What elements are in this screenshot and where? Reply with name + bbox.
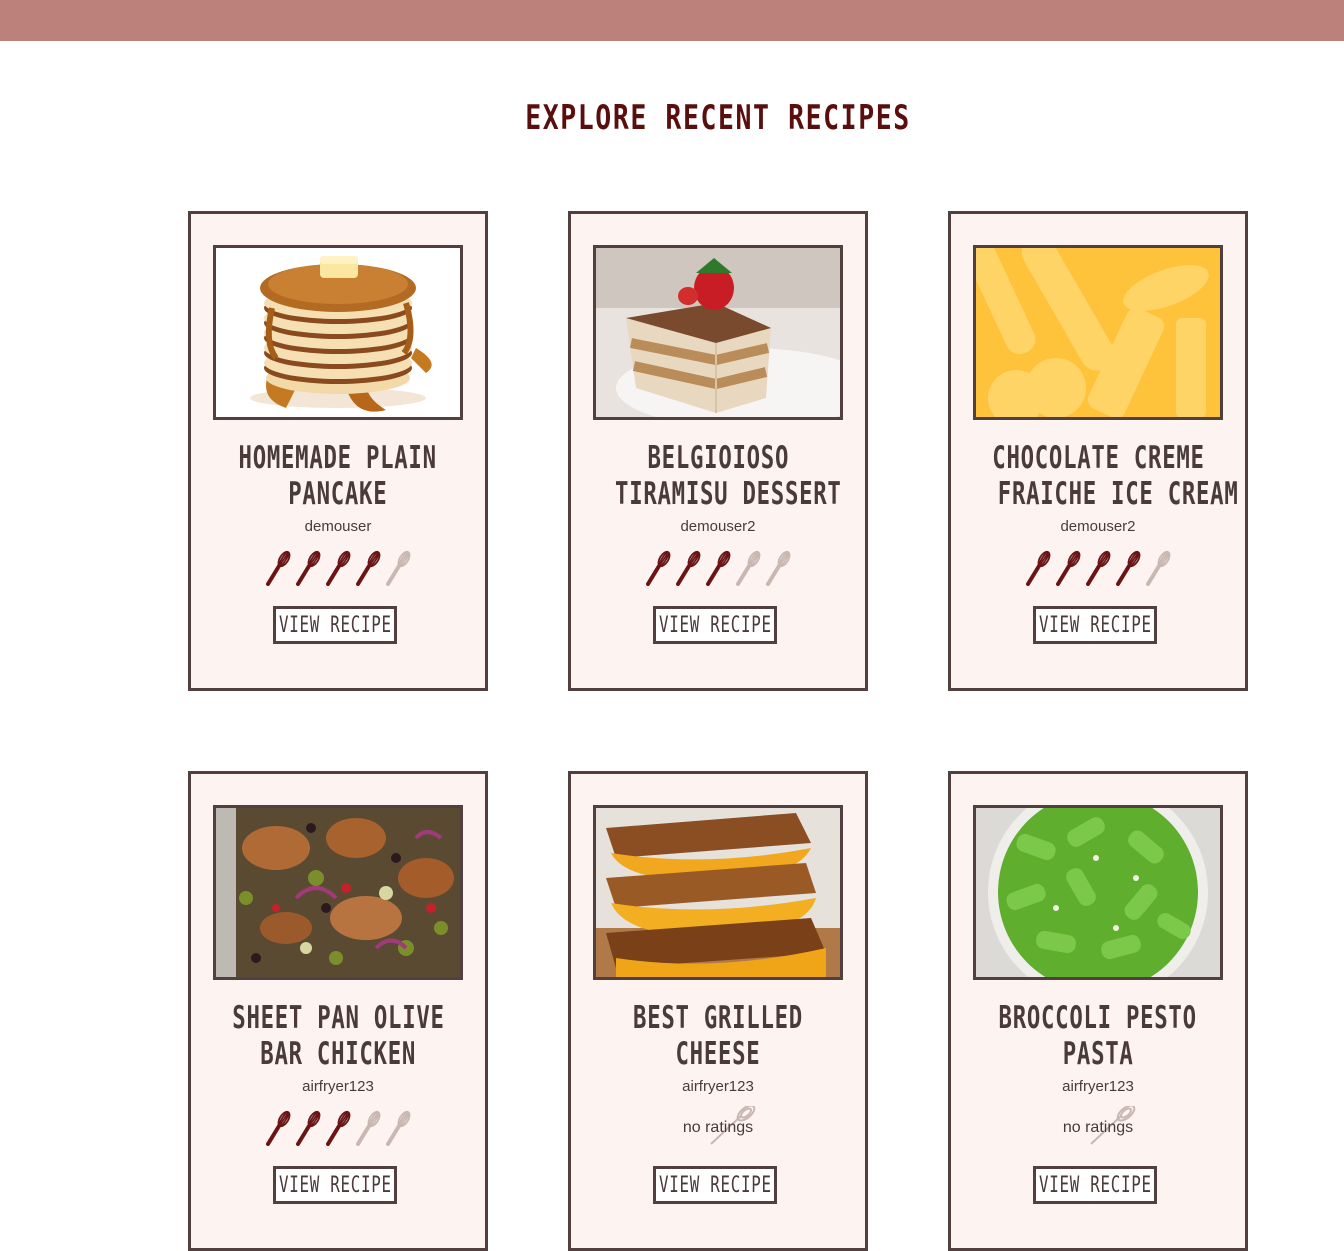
whisk-filled-icon bbox=[1086, 550, 1111, 586]
recipe-image-grilled-cheese[interactable] bbox=[593, 805, 843, 980]
recipe-card: BROCCOLI PESTO PASTA airfryer123 no rati… bbox=[948, 771, 1248, 1251]
whisk-filled-icon bbox=[266, 550, 291, 586]
whisk-empty-icon bbox=[1146, 550, 1171, 586]
recipe-title: SHEET PAN OLIVE BAR CHICKEN bbox=[232, 1000, 445, 1072]
grilled-cheese-image bbox=[596, 808, 840, 977]
recipe-card: CHOCOLATE CREME FRAICHE ICE CREAM demous… bbox=[948, 211, 1248, 691]
pesto-pasta-image bbox=[976, 808, 1220, 977]
tiramisu-image bbox=[596, 248, 840, 417]
recipe-title: BEST GRILLED CHEESE bbox=[633, 1000, 803, 1072]
whisk-empty-icon bbox=[766, 550, 791, 586]
recipe-author: airfryer123 bbox=[302, 1078, 374, 1095]
recipe-grid: HOMEMADE PLAIN PANCAKE demouser VIEW REC… bbox=[0, 0, 1344, 1251]
recipe-author: demouser bbox=[304, 518, 372, 535]
whisk-filled-icon bbox=[326, 550, 351, 586]
whisk-filled-icon bbox=[706, 550, 731, 586]
view-recipe-button[interactable]: VIEW RECIPE bbox=[273, 1166, 397, 1204]
recipe-title: BROCCOLI PESTO PASTA bbox=[998, 1000, 1198, 1072]
whisk-filled-icon bbox=[646, 550, 671, 586]
recipe-no-ratings: no ratings bbox=[951, 1106, 1245, 1146]
whisk-filled-icon bbox=[1116, 550, 1141, 586]
view-recipe-button[interactable]: VIEW RECIPE bbox=[1033, 606, 1157, 644]
recipe-image-chicken[interactable] bbox=[213, 805, 463, 980]
placeholder-kitchen-image bbox=[976, 248, 1220, 417]
recipe-author: demouser2 bbox=[680, 518, 756, 535]
recipe-author: airfryer123 bbox=[1062, 1078, 1134, 1095]
recipe-image-pesto-pasta[interactable] bbox=[973, 805, 1223, 980]
whisk-filled-icon bbox=[356, 550, 381, 586]
recipe-card: BEST GRILLED CHEESE airfryer123 no ratin… bbox=[568, 771, 868, 1251]
recipe-card: BELGIOIOSO TIRAMISU DESSERT demouser2 VI… bbox=[568, 211, 868, 691]
recipe-title: HOMEMADE PLAIN PANCAKE bbox=[238, 440, 438, 512]
view-recipe-button[interactable]: VIEW RECIPE bbox=[1033, 1166, 1157, 1204]
recipe-title: CHOCOLATE CREME FRAICHE ICE CREAM bbox=[992, 440, 1239, 512]
pancake-image bbox=[216, 248, 460, 417]
recipe-image-placeholder[interactable] bbox=[973, 245, 1223, 420]
whisk-filled-icon bbox=[676, 550, 701, 586]
recipe-rating bbox=[191, 1110, 485, 1150]
view-recipe-button[interactable]: VIEW RECIPE bbox=[273, 606, 397, 644]
sheet-pan-chicken-image bbox=[216, 808, 460, 977]
recipe-title: BELGIOIOSO TIRAMISU DESSERT bbox=[615, 440, 842, 512]
whisk-filled-icon bbox=[1026, 550, 1051, 586]
recipe-image-tiramisu[interactable] bbox=[593, 245, 843, 420]
view-recipe-button[interactable]: VIEW RECIPE bbox=[653, 606, 777, 644]
recipe-no-ratings: no ratings bbox=[571, 1106, 865, 1146]
whisk-filled-icon bbox=[1056, 550, 1081, 586]
whisk-empty-icon bbox=[736, 550, 761, 586]
recipe-rating bbox=[571, 550, 865, 590]
recipe-author: demouser2 bbox=[1060, 518, 1136, 535]
whisk-empty-icon bbox=[386, 550, 411, 586]
whisk-filled-icon bbox=[296, 550, 321, 586]
view-recipe-button[interactable]: VIEW RECIPE bbox=[653, 1166, 777, 1204]
recipe-card: HOMEMADE PLAIN PANCAKE demouser VIEW REC… bbox=[188, 211, 488, 691]
recipe-rating bbox=[951, 550, 1245, 590]
recipe-rating bbox=[191, 550, 485, 590]
recipe-image-pancake[interactable] bbox=[213, 245, 463, 420]
recipe-author: airfryer123 bbox=[682, 1078, 754, 1095]
recipe-card: SHEET PAN OLIVE BAR CHICKEN airfryer123 … bbox=[188, 771, 488, 1251]
